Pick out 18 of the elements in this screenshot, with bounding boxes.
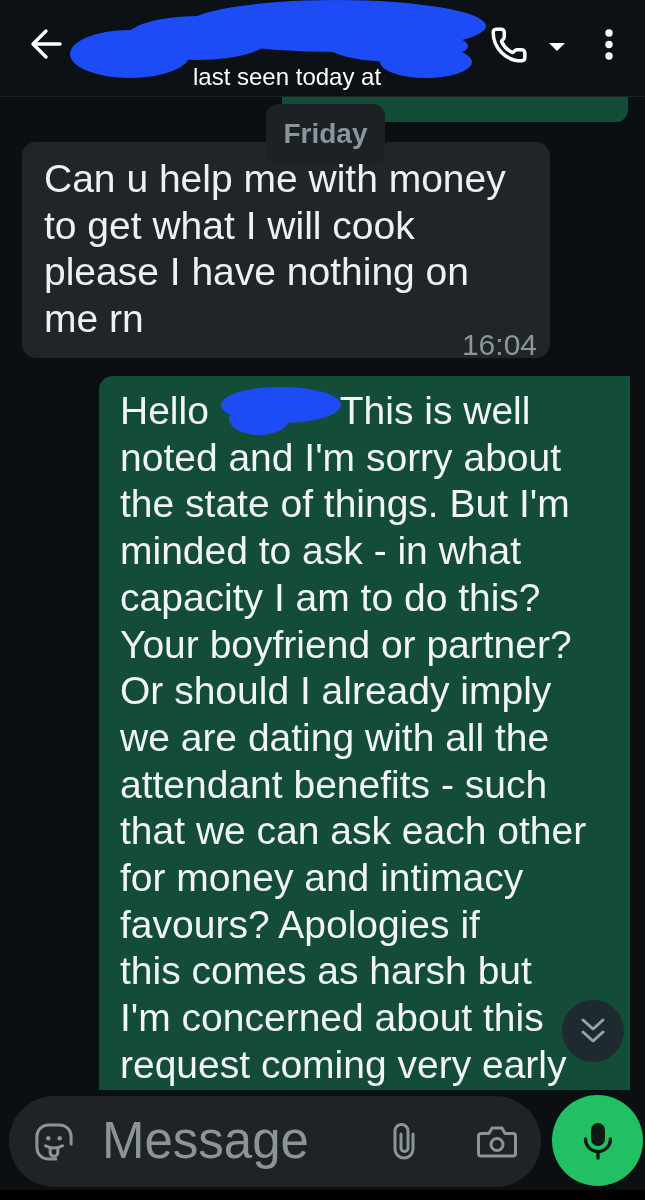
date-chip: Friday: [266, 104, 385, 164]
microphone-icon: [582, 1121, 613, 1160]
phone-icon: [490, 26, 528, 64]
attach-button[interactable]: [392, 1123, 416, 1160]
double-chevron-down-icon: [581, 1018, 605, 1044]
message-text: Hello This is well noted and I'm sorry about the state of things. But I'm minded to ask - in what capacity I am to do this? Your boyfriend or partner? Or should I already imply we are dating with all the attendant benefits - such that we can ask each other for money and intimacy favours? Apologies if this comes as harsh but I'm concerned about this request coming very early: [120, 388, 587, 1088]
camera-button[interactable]: [477, 1125, 517, 1158]
paperclip-icon: [392, 1123, 416, 1160]
last-seen-status: last seen today at: [193, 63, 382, 91]
caret-down-icon: [549, 43, 565, 51]
message-input[interactable]: Message: [102, 1109, 382, 1174]
more-vertical-icon: [605, 29, 613, 60]
camera-icon: [477, 1125, 517, 1158]
message-composer[interactable]: Message: [9, 1096, 541, 1187]
back-arrow-icon: [30, 28, 62, 60]
message-time: 16:04: [461, 334, 537, 356]
sticker-face-icon: [35, 1122, 73, 1161]
sticker-button[interactable]: [35, 1122, 73, 1161]
